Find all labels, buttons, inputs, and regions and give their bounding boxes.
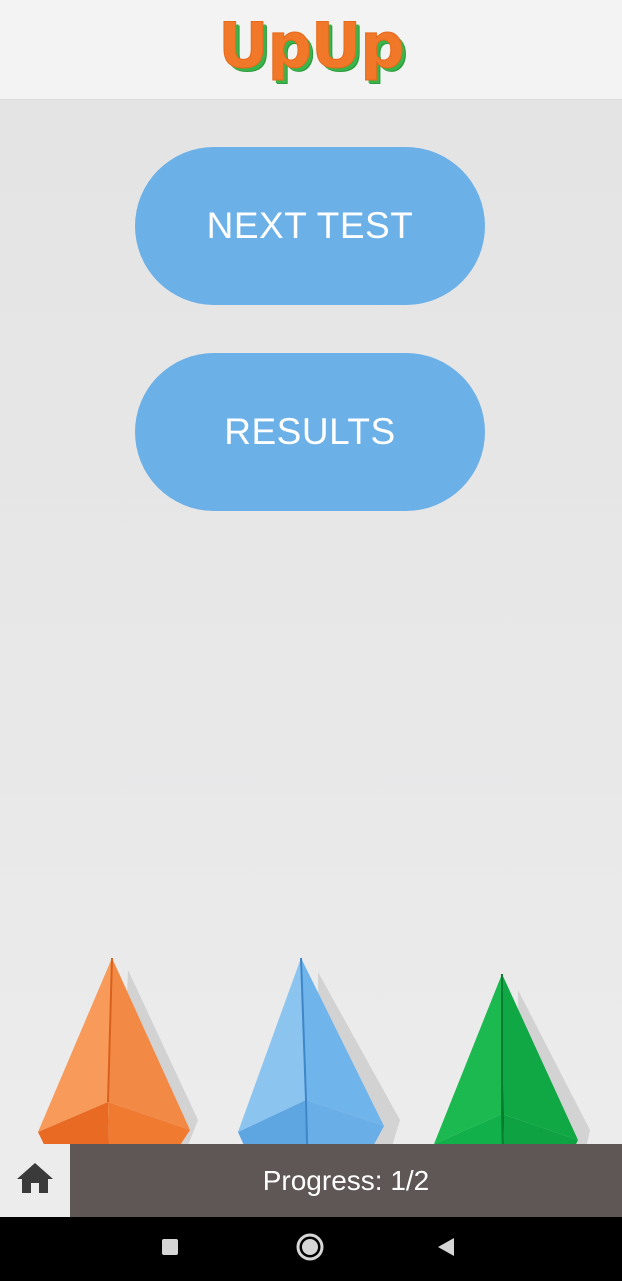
home-nav-button[interactable] [280, 1217, 340, 1281]
system-navigation-bar [0, 1217, 622, 1281]
home-button[interactable] [0, 1144, 70, 1217]
bottom-bar: Progress: 1/2 [0, 1144, 622, 1217]
main-area: NEXT TEST RESULTS [0, 100, 622, 1240]
back-triangle-icon [434, 1235, 458, 1264]
progress-text: Progress: 1/2 [262, 1164, 430, 1196]
app-logo: UpUp [218, 9, 405, 83]
square-icon [160, 1237, 180, 1262]
progress-indicator: Progress: 1/2 [70, 1144, 622, 1217]
circle-icon [295, 1232, 325, 1267]
app-header: UpUp [0, 0, 622, 100]
home-icon [15, 1161, 55, 1200]
results-button[interactable]: RESULTS [135, 353, 485, 511]
recents-button[interactable] [140, 1217, 200, 1281]
back-button[interactable] [416, 1217, 476, 1281]
next-test-button[interactable]: NEXT TEST [135, 147, 485, 305]
